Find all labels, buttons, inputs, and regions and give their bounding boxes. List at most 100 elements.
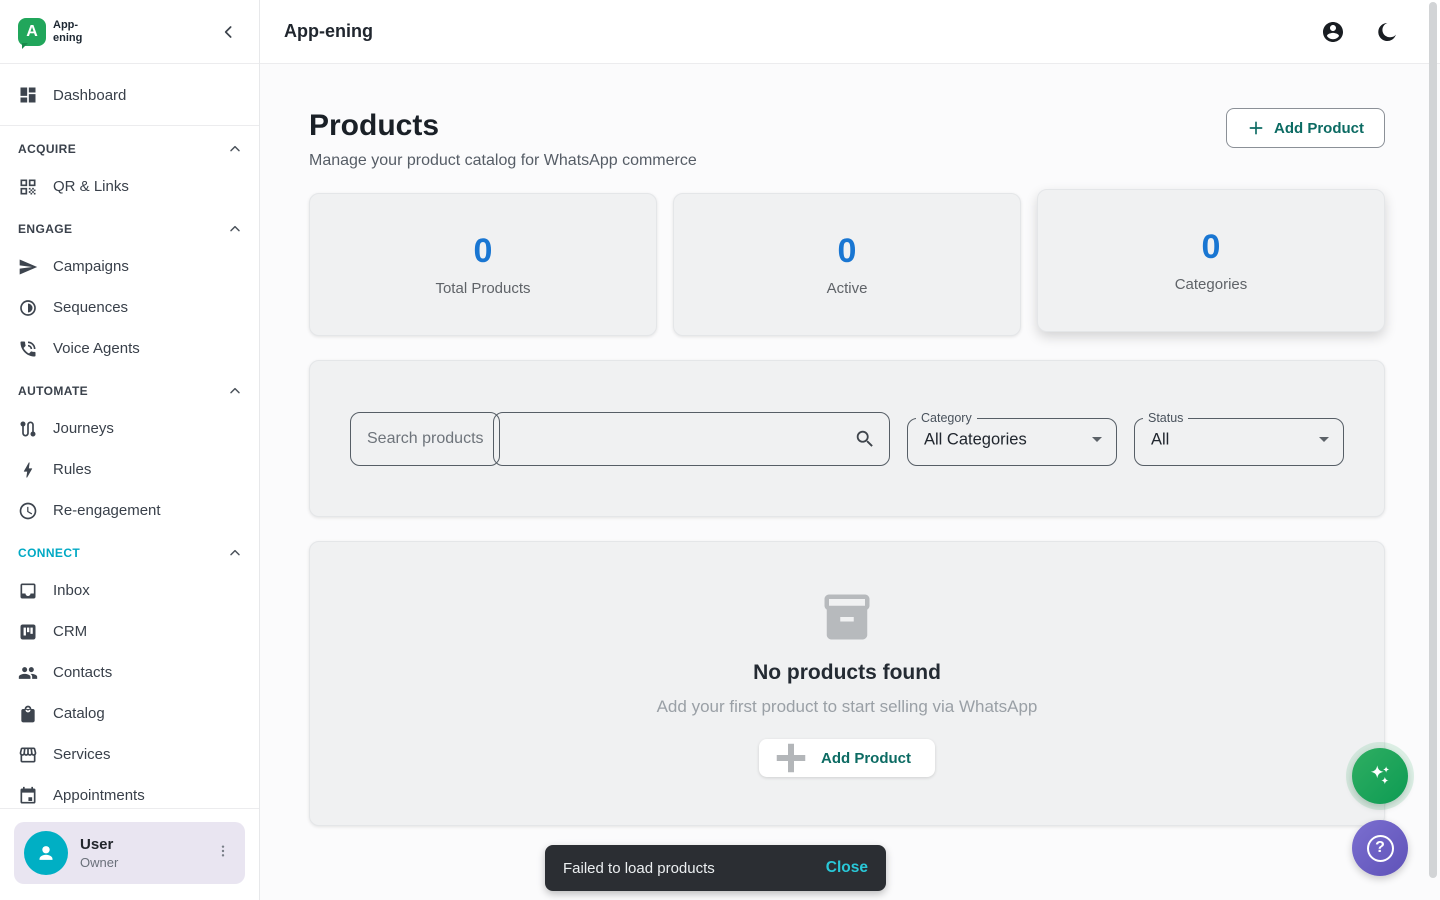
sidebar-divider: [0, 125, 259, 126]
sidebar-item-label: CRM: [53, 623, 87, 640]
route-icon: [18, 419, 38, 439]
status-value: All: [1151, 430, 1169, 449]
add-product-label: Add Product: [1274, 120, 1364, 137]
toast-message: Failed to load products: [563, 860, 826, 877]
page-content: Products Manage your product catalog for…: [260, 64, 1440, 900]
app-window: A App- ening Dashboard ACQUIRE: [0, 0, 1440, 900]
empty-state: No products found Add your first product…: [309, 541, 1385, 826]
sidebar-item-label: QR & Links: [53, 178, 129, 195]
sidebar-item-label: Campaigns: [53, 258, 129, 275]
sidebar-item-label: Catalog: [53, 705, 105, 722]
sidebar-item-voice-agents[interactable]: Voice Agents: [0, 328, 259, 369]
person-icon: [33, 840, 59, 866]
user-card[interactable]: User Owner: [14, 822, 245, 884]
section-label: ENGAGE: [18, 222, 72, 236]
send-icon: [18, 257, 38, 277]
sidebar: A App- ening Dashboard ACQUIRE: [0, 0, 260, 900]
user-meta: User Owner: [80, 836, 211, 870]
inventory-box-icon: [820, 590, 874, 644]
sparkles-icon: [1365, 761, 1395, 791]
stats-row: 0 Total Products 0 Active 0 Categories: [309, 193, 1385, 336]
section-label: ACQUIRE: [18, 142, 76, 156]
sidebar-item-contacts[interactable]: Contacts: [0, 652, 259, 693]
sidebar-item-campaigns[interactable]: Campaigns: [0, 246, 259, 287]
empty-add-product-label: Add Product: [821, 750, 911, 767]
sidebar-section-acquire[interactable]: ACQUIRE: [0, 132, 259, 166]
sidebar-collapse-button[interactable]: [215, 18, 243, 46]
sidebar-item-label: Services: [53, 746, 111, 763]
header-actions: [1321, 20, 1399, 44]
page-head-text: Products Manage your product catalog for…: [309, 108, 697, 170]
scrollbar[interactable]: [1429, 2, 1437, 878]
chevron-up-icon: [227, 383, 243, 399]
section-label: AUTOMATE: [18, 384, 88, 398]
plus-icon: [773, 740, 809, 776]
sidebar-nav: Dashboard ACQUIRE QR & Links ENGAGE Camp…: [0, 64, 259, 808]
brand-logo: A App- ening: [18, 18, 82, 46]
sidebar-item-dashboard[interactable]: Dashboard: [0, 75, 259, 115]
page-head: Products Manage your product catalog for…: [309, 108, 1385, 170]
sidebar-item-label: Dashboard: [53, 87, 126, 104]
stat-label: Active: [827, 280, 868, 297]
category-value: All Categories: [924, 430, 1027, 449]
user-menu-button[interactable]: [211, 839, 235, 868]
sidebar-item-label: Rules: [53, 461, 91, 478]
stat-card-total-products: 0 Total Products: [309, 193, 657, 336]
sidebar-item-journeys[interactable]: Journeys: [0, 408, 259, 449]
toast-close-button[interactable]: Close: [826, 859, 868, 877]
sidebar-section-engage[interactable]: ENGAGE: [0, 212, 259, 246]
stat-label: Categories: [1175, 276, 1248, 293]
status-label: Status: [1143, 412, 1188, 425]
help-fab[interactable]: [1352, 820, 1408, 876]
sidebar-section-automate[interactable]: AUTOMATE: [0, 374, 259, 408]
top-header: App-ening: [260, 0, 1440, 64]
toast: Failed to load products Close: [545, 845, 886, 891]
dashboard-icon: [18, 85, 38, 105]
sidebar-item-label: Journeys: [53, 420, 114, 437]
sidebar-item-appointments[interactable]: Appointments: [0, 775, 259, 808]
sidebar-item-qr-links[interactable]: QR & Links: [0, 166, 259, 207]
sidebar-section-connect[interactable]: CONNECT: [0, 536, 259, 570]
category-select[interactable]: Category All Categories: [907, 412, 1117, 466]
sidebar-header: A App- ening: [0, 0, 259, 64]
account-icon[interactable]: [1321, 20, 1345, 44]
app-title: App-ening: [284, 21, 1321, 42]
ai-assistant-fab[interactable]: [1352, 748, 1408, 804]
phone-icon: [18, 339, 38, 359]
stat-label: Total Products: [435, 280, 530, 297]
search-input[interactable]: [350, 412, 890, 466]
bag-icon: [18, 704, 38, 724]
stat-card-categories: 0 Categories: [1037, 189, 1385, 332]
brand-logo-line1: App-: [53, 19, 82, 31]
kanban-icon: [18, 622, 38, 642]
empty-state-subtitle: Add your first product to start selling …: [657, 697, 1038, 717]
empty-add-product-button[interactable]: Add Product: [759, 739, 935, 777]
brand-logo-icon: A: [18, 18, 46, 46]
category-label: Category: [916, 412, 977, 425]
page-subtitle: Manage your product catalog for WhatsApp…: [309, 152, 697, 170]
sidebar-item-services[interactable]: Services: [0, 734, 259, 775]
sidebar-item-catalog[interactable]: Catalog: [0, 693, 259, 734]
stat-value: 0: [474, 232, 493, 271]
user-role: Owner: [80, 855, 211, 870]
stat-value: 0: [1202, 228, 1221, 267]
brand-logo-line2: ening: [53, 32, 82, 44]
chevron-up-icon: [227, 545, 243, 561]
more-vertical-icon: [215, 843, 231, 859]
sidebar-item-label: Voice Agents: [53, 340, 140, 357]
sidebar-footer: User Owner: [0, 808, 259, 900]
user-name: User: [80, 836, 211, 853]
dark-mode-icon[interactable]: [1375, 20, 1399, 44]
chevron-up-icon: [227, 141, 243, 157]
add-product-button[interactable]: Add Product: [1226, 108, 1385, 148]
dropdown-caret-icon: [1085, 427, 1109, 451]
sidebar-item-rules[interactable]: Rules: [0, 449, 259, 490]
sidebar-item-label: Inbox: [53, 582, 90, 599]
bolt-icon: [18, 460, 38, 480]
sidebar-item-crm[interactable]: CRM: [0, 611, 259, 652]
sidebar-item-sequences[interactable]: Sequences: [0, 287, 259, 328]
status-select[interactable]: Status All: [1134, 412, 1344, 466]
sidebar-item-re-engagement[interactable]: Re-engagement: [0, 490, 259, 531]
brand-logo-text: App- ening: [53, 19, 82, 43]
sidebar-item-inbox[interactable]: Inbox: [0, 570, 259, 611]
